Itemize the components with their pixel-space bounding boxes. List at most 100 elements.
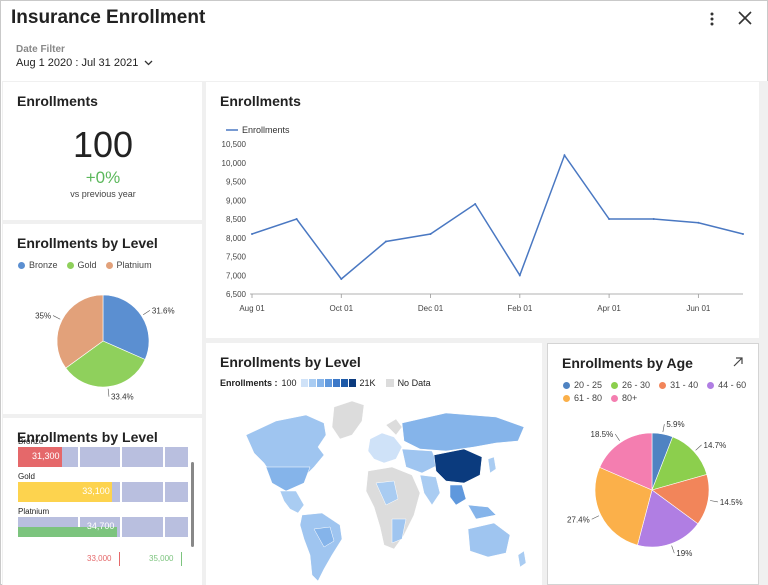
bar-row-label: Gold bbox=[18, 472, 35, 481]
bar-row-label: Bronze bbox=[18, 437, 44, 446]
level-bar-chart: Bronze 31,300 Gold 33,100 Platnium 34,700 33,0… bbox=[3, 418, 202, 585]
target-label: 33,000 bbox=[87, 554, 112, 563]
bar-band-divider bbox=[162, 482, 165, 502]
date-filter-dropdown[interactable]: Aug 1 2020 : Jul 31 2021 bbox=[16, 57, 153, 69]
age-pie-label: 14.5% bbox=[720, 498, 743, 507]
map-region[interactable] bbox=[367, 432, 403, 464]
line-point[interactable] bbox=[429, 233, 432, 235]
y-tick-label: 7,500 bbox=[226, 253, 247, 262]
pie-label-leader bbox=[671, 545, 675, 554]
age-pie-label: 27.4% bbox=[567, 515, 590, 524]
kpi-delta: +0% bbox=[85, 168, 121, 187]
bar-row-label: Platnium bbox=[18, 507, 50, 516]
age-pie-chart: 5.9% 14.7% 14.5% 19% 27.4% 18.5% bbox=[567, 420, 743, 558]
level-pie-label: 31.6% bbox=[152, 306, 175, 315]
pie-label-leader bbox=[143, 310, 151, 316]
map-region[interactable] bbox=[433, 448, 483, 484]
map-card[interactable]: Enrollments by Level Enrollments : 100 2… bbox=[206, 343, 542, 585]
pie-label-leader bbox=[52, 315, 61, 320]
y-tick-label: 7,000 bbox=[226, 271, 247, 280]
y-tick-label: 9,000 bbox=[226, 196, 247, 205]
map-region[interactable] bbox=[487, 456, 497, 474]
line-point[interactable] bbox=[384, 240, 387, 243]
app-title: Insurance Enrollment bbox=[11, 7, 206, 28]
line-legend-label[interactable]: Enrollments bbox=[242, 125, 290, 135]
map-region[interactable] bbox=[517, 550, 527, 568]
bar-band-divider bbox=[162, 447, 165, 467]
date-filter-value: Aug 1 2020 : Jul 31 2021 bbox=[16, 57, 139, 69]
age-pie-card[interactable]: Enrollments by Age 20 - 25 26 - 30 31 - … bbox=[547, 343, 759, 585]
map-region[interactable] bbox=[331, 400, 365, 440]
enrollments-line-chart: Enrollments 6,500 7,000 7,500 8,000 8,500 9,00… bbox=[222, 125, 744, 313]
map-region[interactable] bbox=[467, 504, 497, 520]
kpi-subtitle: vs previous year bbox=[70, 189, 136, 199]
line-point[interactable] bbox=[652, 218, 655, 220]
pie-label-leader bbox=[614, 433, 620, 441]
age-pie-label: 18.5% bbox=[591, 430, 614, 439]
target-marker bbox=[181, 552, 182, 566]
age-pie-label: 19% bbox=[676, 549, 692, 558]
line-point[interactable] bbox=[518, 274, 521, 277]
age-pie-label: 5.9% bbox=[666, 420, 684, 429]
world-map[interactable] bbox=[206, 343, 542, 585]
map-region[interactable] bbox=[467, 522, 511, 558]
y-tick-label: 8,000 bbox=[226, 234, 247, 243]
level-bar-card[interactable]: Enrollments by Level Bronze 31,300 Gold 33,… bbox=[3, 418, 202, 585]
pie-label-leader bbox=[662, 424, 665, 433]
map-region[interactable] bbox=[401, 448, 439, 474]
x-tick-label: Oct 01 bbox=[329, 304, 353, 313]
line-point[interactable] bbox=[295, 218, 298, 220]
bar-band-divider bbox=[120, 447, 122, 467]
dashboard-canvas: Enrollments 100 +0% vs previous year Enr… bbox=[2, 81, 768, 585]
kpi-value: 100 bbox=[72, 124, 134, 165]
scrollbar[interactable] bbox=[191, 462, 194, 547]
level-pie-chart: 31.6% 33.4% 35% bbox=[35, 294, 175, 402]
x-tick-label: Apr 01 bbox=[597, 304, 621, 313]
more-options-icon[interactable] bbox=[704, 9, 720, 29]
map-region[interactable] bbox=[419, 474, 441, 506]
enrollments-line[interactable] bbox=[251, 153, 744, 281]
pie-label-leader bbox=[107, 388, 110, 397]
map-region[interactable] bbox=[401, 412, 525, 452]
level-pie-label: 33.4% bbox=[111, 393, 134, 402]
line-chart-card[interactable]: Enrollments Enrollments 6,500 7,000 7,500 8,… bbox=[206, 82, 759, 338]
close-icon[interactable] bbox=[736, 9, 754, 27]
kpi-card[interactable]: Enrollments 100 +0% vs previous year bbox=[3, 82, 202, 220]
y-tick-label: 8,500 bbox=[226, 215, 247, 224]
kpi-title: Enrollments bbox=[17, 93, 98, 109]
x-tick-label: Jun 01 bbox=[686, 304, 711, 313]
target-marker bbox=[119, 552, 120, 566]
pie-label-leader bbox=[695, 444, 702, 451]
line-point[interactable] bbox=[563, 154, 566, 157]
bar-value-label: 33,100 bbox=[82, 486, 110, 496]
line-point[interactable] bbox=[474, 203, 477, 205]
map-region[interactable] bbox=[385, 418, 403, 436]
x-tick-label: Aug 01 bbox=[239, 304, 265, 313]
bar-band-divider bbox=[120, 482, 122, 502]
bar-value-label: 31,300 bbox=[32, 451, 60, 461]
bar-band-divider bbox=[162, 517, 165, 537]
y-tick-label: 9,500 bbox=[226, 178, 247, 187]
bar-band-divider bbox=[120, 517, 122, 537]
x-tick-label: Dec 01 bbox=[418, 304, 444, 313]
line-point[interactable] bbox=[742, 233, 744, 235]
map-region[interactable] bbox=[265, 466, 311, 492]
x-tick-label: Feb 01 bbox=[507, 304, 532, 313]
app-header: Insurance Enrollment Date Filter Aug 1 2… bbox=[1, 1, 767, 81]
line-point[interactable] bbox=[608, 218, 611, 220]
y-tick-label: 10,500 bbox=[222, 140, 247, 149]
map-region[interactable] bbox=[299, 512, 343, 582]
y-tick-label: 6,500 bbox=[226, 290, 247, 299]
level-pie-label: 35% bbox=[35, 312, 51, 321]
date-filter-label: Date Filter bbox=[16, 44, 65, 55]
chevron-down-icon bbox=[144, 60, 153, 66]
pie-label-leader bbox=[710, 500, 718, 503]
map-region[interactable] bbox=[449, 484, 467, 506]
line-point[interactable] bbox=[697, 221, 700, 224]
map-region[interactable] bbox=[279, 490, 305, 514]
level-pie-card[interactable]: Enrollments by Level Bronze Gold Platniu… bbox=[3, 224, 202, 414]
line-point[interactable] bbox=[340, 278, 343, 280]
y-tick-label: 10,000 bbox=[222, 159, 247, 168]
age-pie-label: 14.7% bbox=[704, 441, 727, 450]
line-point[interactable] bbox=[251, 233, 253, 235]
